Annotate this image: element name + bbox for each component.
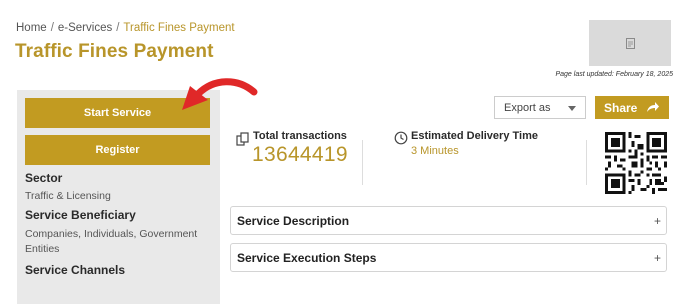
beneficiary-value: Companies, Individuals, Government Entit…: [25, 228, 198, 255]
delivery-time-value: 3 Minutes: [411, 145, 459, 157]
register-button[interactable]: Register: [25, 135, 210, 165]
accordion-title: Service Execution Steps: [237, 250, 377, 265]
transactions-icon: [236, 132, 249, 146]
breadcrumb-separator: /: [116, 22, 120, 34]
beneficiary-heading: Service Beneficiary: [25, 208, 136, 222]
breadcrumb-separator: /: [50, 22, 54, 34]
chevron-down-icon: [568, 106, 576, 111]
plus-icon: +: [653, 251, 661, 265]
breadcrumb-eservices[interactable]: e-Services: [58, 22, 112, 34]
sector-value: Traffic & Licensing: [25, 190, 111, 202]
delivery-time-label: Estimated Delivery Time: [411, 130, 538, 142]
image-icon: [625, 37, 635, 49]
breadcrumb-home[interactable]: Home: [16, 22, 47, 34]
service-image-placeholder: [589, 20, 671, 66]
clock-icon: [394, 131, 408, 145]
last-updated-text: Page last updated: February 18, 2025: [555, 71, 673, 78]
transactions-value: 13644419: [252, 143, 348, 166]
share-button[interactable]: Share: [595, 96, 669, 119]
stats-divider: [586, 140, 587, 185]
export-dropdown[interactable]: Export as: [494, 96, 586, 119]
service-execution-steps-accordion[interactable]: Service Execution Steps +: [230, 243, 667, 272]
plus-icon: +: [653, 214, 661, 228]
stats-divider: [362, 140, 363, 185]
service-description-accordion[interactable]: Service Description +: [230, 206, 667, 235]
accordion-title: Service Description: [237, 213, 350, 228]
share-arrow-icon: [647, 102, 659, 112]
share-label: Share: [604, 100, 638, 115]
channels-heading: Service Channels: [25, 263, 126, 277]
red-arrow-annotation: [182, 78, 258, 110]
qr-code-icon: [605, 132, 667, 194]
breadcrumb-current: Traffic Fines Payment: [123, 22, 235, 34]
page-title: Traffic Fines Payment: [15, 41, 214, 62]
export-label: Export as: [504, 101, 551, 114]
sector-heading: Sector: [25, 171, 63, 185]
transactions-label: Total transactions: [253, 130, 347, 142]
breadcrumb: Home / e-Services / Traffic Fines Payment: [16, 22, 235, 34]
